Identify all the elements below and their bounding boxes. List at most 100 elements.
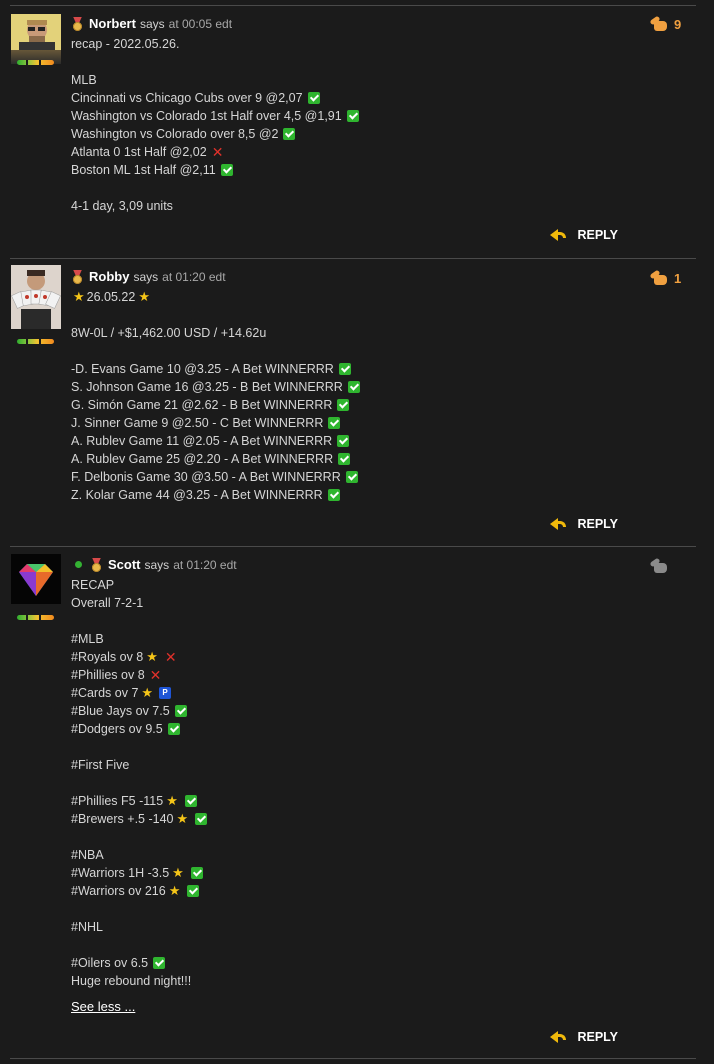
timestamp[interactable]: at 01:20 edt <box>173 558 236 572</box>
comment-line-text: 4-1 day, 3,09 units <box>71 199 173 213</box>
checkmark-icon <box>283 128 296 140</box>
comment-line: ★ 26.05.22 ★ <box>71 288 360 306</box>
comment-header: Scott says at 01:20 edt <box>71 557 237 572</box>
author-name[interactable]: Scott <box>108 557 141 572</box>
checkmark-icon <box>167 723 180 735</box>
comment-line: F. Delbonis Game 30 @3.50 - A Bet WINNER… <box>71 468 360 486</box>
comment-line: S. Johnson Game 16 @3.25 - B Bet WINNERR… <box>71 378 360 396</box>
comment-line: recap - 2022.05.26. <box>71 35 359 53</box>
comment-line-text: S. Johnson Game 16 @3.25 - B Bet WINNERR… <box>71 380 343 394</box>
comment-line-text: #Royals ov 8 <box>71 650 144 664</box>
reply-label: REPLY <box>577 1030 618 1044</box>
star-icon: ★ <box>146 649 158 664</box>
comment-line-text: 8W-0L / +$1,462.00 USD / +14.62u <box>71 326 267 340</box>
checkmark-icon <box>153 957 166 969</box>
checkmark-icon <box>307 92 320 104</box>
checkmark-icon <box>338 453 351 465</box>
timestamp[interactable]: at 00:05 edt <box>169 17 232 31</box>
like-button[interactable]: 1 <box>649 269 682 286</box>
comment-line: Huge rebound night!!! <box>71 972 207 990</box>
checkmark-icon <box>346 110 359 122</box>
comment-line-text: #Cards ov 7 <box>71 686 139 700</box>
comment-line: #First Five <box>71 756 207 774</box>
comment-line-text: Washington vs Colorado over 8,5 @2 <box>71 127 279 141</box>
reply-arrow-icon <box>550 228 568 242</box>
comment-line: Boston ML 1st Half @2,11 <box>71 161 359 179</box>
comment-body: ★ 26.05.22 ★ 8W-0L / +$1,462.00 USD / +14.6… <box>71 288 360 504</box>
comment-line-text: -D. Evans Game 10 @3.25 - A Bet WINNERRR <box>71 362 334 376</box>
divider <box>10 258 696 259</box>
comment-line-text: 26.05.22 <box>86 290 136 304</box>
comment-line: #Cards ov 7 ★ P <box>71 684 207 702</box>
comment-line: #Brewers +.5 -140 ★ <box>71 810 208 828</box>
avatar[interactable] <box>11 265 61 329</box>
avatar[interactable] <box>11 14 61 64</box>
comment-line-text: F. Delbonis Game 30 @3.50 - A Bet WINNER… <box>71 470 341 484</box>
comment-line: MLB <box>71 71 359 89</box>
says-label: says <box>144 557 170 572</box>
comment-line-text: #Brewers +.5 -140 <box>71 812 174 826</box>
like-count: 9 <box>674 16 682 32</box>
see-less-link[interactable]: See less ... <box>71 999 135 1014</box>
like-button[interactable]: 9 <box>649 15 682 32</box>
checkmark-icon <box>338 363 351 375</box>
reply-label: REPLY <box>577 517 618 531</box>
star-icon: ★ <box>166 793 178 808</box>
checkmark-icon <box>220 164 233 176</box>
checkmark-icon <box>195 813 208 825</box>
comment-line: #Warriors ov 216 ★ <box>71 882 207 900</box>
comment-line-text: recap - 2022.05.26. <box>71 37 180 51</box>
reply-button[interactable]: REPLY <box>550 1030 618 1044</box>
comment-line-text: #Oilers ov 6.5 <box>71 956 149 970</box>
author-name[interactable]: Norbert <box>89 16 136 31</box>
comment-line-text: #NBA <box>71 848 104 862</box>
divider <box>10 546 696 547</box>
comment-line: 8W-0L / +$1,462.00 USD / +14.62u <box>71 324 360 342</box>
comment-line: #Warriors 1H -3.5 ★ <box>71 864 207 882</box>
comment-line: #NHL <box>71 918 207 936</box>
comment-header: Norbert says at 00:05 edt <box>71 16 232 31</box>
thumbs-up-icon <box>649 15 668 32</box>
says-label: says <box>139 16 165 31</box>
comment-line: G. Simón Game 21 @2.62 - B Bet WINNERRR <box>71 396 360 414</box>
comment-line-text: #Warriors ov 216 <box>71 884 166 898</box>
like-button[interactable] <box>649 557 668 574</box>
comment-line-text: A. Rublev Game 11 @2.05 - A Bet WINNERRR <box>71 434 333 448</box>
medal-icon <box>71 269 84 284</box>
checkmark-icon <box>337 435 350 447</box>
reply-button[interactable]: REPLY <box>550 517 618 531</box>
user-rank-bar <box>17 615 54 620</box>
cross-icon: ✕ <box>211 144 224 160</box>
comment-header: Robby says at 01:20 edt <box>71 269 226 284</box>
comment-line-text: Cincinnati vs Chicago Cubs over 9 @2,07 <box>71 91 303 105</box>
divider <box>10 5 696 6</box>
author-name[interactable]: Robby <box>89 269 129 284</box>
online-status-dot <box>75 561 82 568</box>
comment-line: #MLB <box>71 630 207 648</box>
see-less-wrap: See less ... <box>71 999 135 1014</box>
checkmark-icon <box>327 489 340 501</box>
comment-body: RECAP Overall 7-2-1 #MLB #Royals ov 8 ★ ✕ #Phi… <box>71 576 208 990</box>
checkmark-icon <box>174 705 187 717</box>
comment-line: Washington vs Colorado over 8,5 @2 <box>71 125 359 143</box>
checkmark-icon <box>337 399 350 411</box>
avatar[interactable] <box>11 554 61 604</box>
divider <box>10 1058 696 1059</box>
timestamp[interactable]: at 01:20 edt <box>162 270 225 284</box>
like-count: 1 <box>674 270 682 286</box>
comment-line-text: #First Five <box>71 758 130 772</box>
comment-line: J. Sinner Game 9 @2.50 - C Bet WINNERRR <box>71 414 360 432</box>
checkmark-icon <box>187 885 200 897</box>
comment-line: -D. Evans Game 10 @3.25 - A Bet WINNERRR <box>71 360 360 378</box>
comment-line: Washington vs Colorado 1st Half over 4,5… <box>71 107 359 125</box>
reply-button[interactable]: REPLY <box>550 228 618 242</box>
comment-line: #Oilers ov 6.5 <box>71 954 207 972</box>
thumbs-up-icon <box>649 269 668 286</box>
medal-icon <box>90 557 103 572</box>
comment-line: #Phillies F5 -115 ★ <box>71 792 207 810</box>
comment-line: Z. Kolar Game 44 @3.25 - A Bet WINNERRR <box>71 486 360 504</box>
reply-arrow-icon <box>550 1030 568 1044</box>
